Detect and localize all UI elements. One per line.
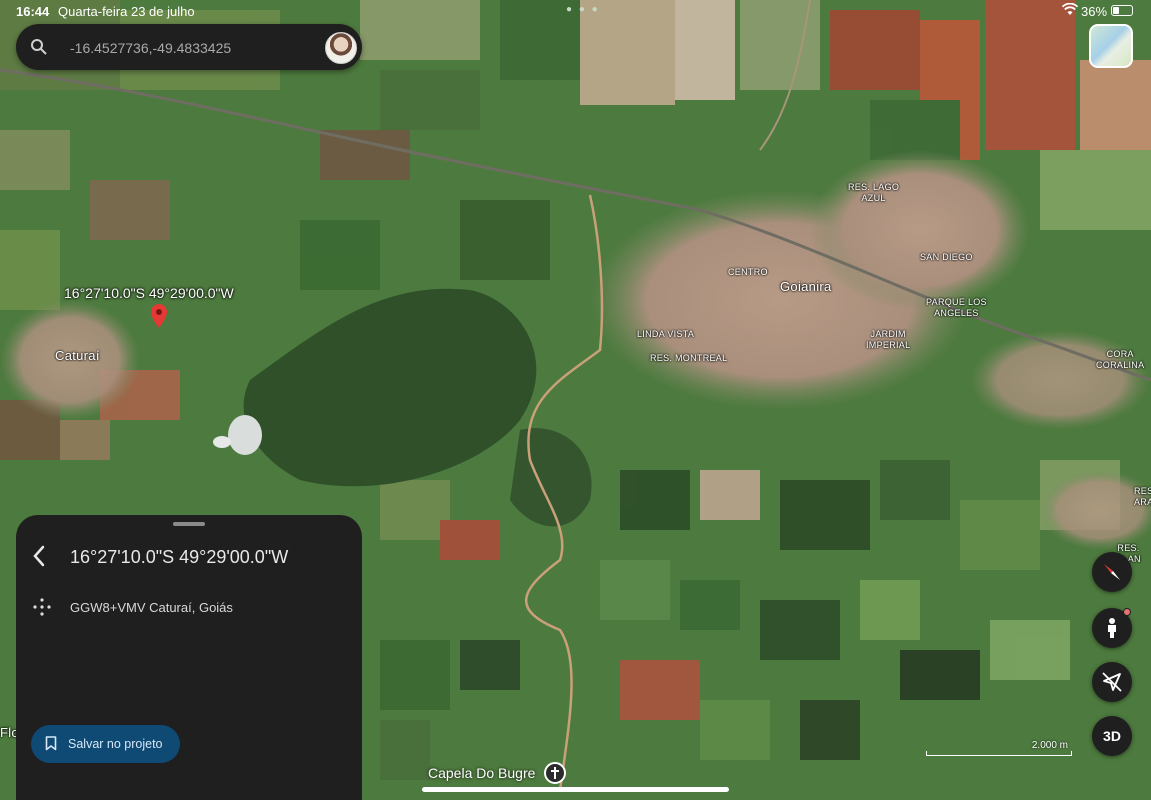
map-label-goianira: Goianira: [780, 279, 832, 294]
pegman-icon: [1108, 618, 1116, 638]
map-label-caturai: Caturaí: [55, 348, 100, 363]
map-label-jardim-imperial: JARDIM IMPERIAL: [866, 329, 911, 350]
avatar[interactable]: [325, 32, 357, 64]
map-label-res-lago-azul: RES. LAGO AZUL: [848, 182, 900, 203]
plus-code-text: GGW8+VMV Caturaí, Goiás: [70, 600, 233, 615]
save-to-project-label: Salvar no projeto: [68, 737, 163, 751]
drag-handle[interactable]: [173, 522, 205, 526]
wifi-icon: [1061, 2, 1079, 19]
search-bar[interactable]: [16, 24, 362, 70]
battery-icon: [1111, 5, 1133, 16]
place-title: 16°27'10.0"S 49°29'00.0"W: [70, 547, 289, 567]
map-label-capela-do-bugre[interactable]: Capela Do Bugre: [428, 765, 535, 781]
map-label-san-diego: SAN DIEGO: [920, 252, 973, 262]
map-label-cora-coralina: CORA CORALINA: [1096, 349, 1145, 370]
location-off-button[interactable]: [1092, 662, 1132, 702]
place-details-panel: 16°27'10.0"S 49°29'00.0"W GGW8+VMV Catur…: [16, 515, 362, 800]
map-label-res-montreal: RES. MONTREAL: [650, 353, 728, 363]
map-label-res-aragu: RES ARAGU: [1134, 486, 1151, 507]
notification-dot: [1123, 608, 1131, 616]
map-label-parque-los-angeles: PARQUE LOS ANGELES: [926, 297, 987, 318]
pin-coordinates-label: 16°27'10.0"S 49°29'00.0"W: [64, 285, 234, 301]
location-pin-icon[interactable]: [151, 304, 167, 335]
search-input[interactable]: [68, 36, 312, 60]
map-label-linda-vista: LINDA VISTA: [637, 329, 695, 339]
map-layers-button[interactable]: [1089, 24, 1133, 68]
status-time: 16:44: [16, 4, 50, 19]
toggle-3d-button[interactable]: 3D: [1092, 716, 1132, 756]
multitasking-dots-icon[interactable]: ● ● ●: [566, 4, 600, 15]
map-label-centro: CENTRO: [728, 267, 768, 277]
church-icon[interactable]: [544, 762, 566, 784]
plus-code-icon: [32, 597, 52, 622]
search-icon[interactable]: [30, 38, 48, 61]
status-bar: 16:44 Quarta-feira 23 de julho ● ● ● 36%: [0, 0, 1151, 24]
status-date: Quarta-feira 23 de julho: [58, 4, 195, 19]
battery-percent: 36%: [1081, 4, 1108, 19]
bookmark-icon: [45, 736, 57, 754]
location-off-icon: [1102, 672, 1122, 692]
map-scale-bar: [926, 751, 1072, 756]
save-to-project-button[interactable]: Salvar no projeto: [31, 725, 180, 763]
home-indicator[interactable]: [422, 787, 729, 792]
map-scale: 2.000 m: [926, 740, 1072, 756]
compass-icon: [1104, 564, 1120, 580]
back-arrow-icon[interactable]: [32, 545, 54, 569]
compass-button[interactable]: [1092, 552, 1132, 592]
map-scale-label: 2.000 m: [1031, 740, 1068, 751]
